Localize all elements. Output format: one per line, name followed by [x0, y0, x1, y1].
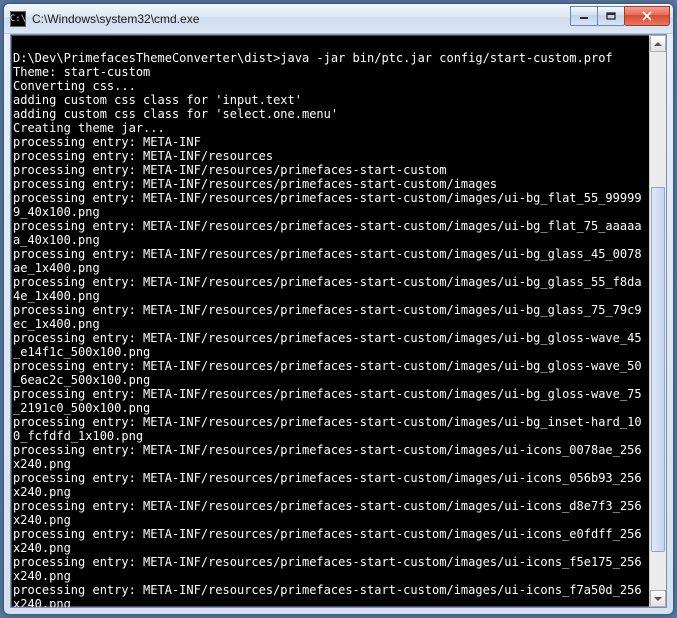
scroll-track[interactable] — [650, 52, 666, 590]
titlebar[interactable]: C:\ C:\Windows\system32\cmd.exe — [4, 4, 673, 34]
scroll-down-button[interactable] — [650, 590, 666, 607]
window-controls — [571, 9, 670, 29]
maximize-button[interactable] — [597, 6, 625, 26]
maximize-icon — [606, 12, 616, 20]
chevron-up-icon — [654, 42, 662, 46]
command-prompt-window: C:\ C:\Windows\system32\cmd.exe D:\Dev\P… — [3, 3, 674, 615]
cmd-icon-text: C:\ — [10, 14, 26, 24]
minimize-icon — [579, 12, 589, 20]
console-output[interactable]: D:\Dev\PrimefacesThemeConverter\dist>jav… — [11, 35, 649, 607]
window-title: C:\Windows\system32\cmd.exe — [32, 12, 571, 26]
vertical-scrollbar[interactable] — [649, 35, 666, 607]
minimize-button[interactable] — [570, 6, 598, 26]
client-area: D:\Dev\PrimefacesThemeConverter\dist>jav… — [10, 34, 667, 608]
chevron-down-icon — [654, 597, 662, 601]
scroll-thumb[interactable] — [651, 187, 665, 553]
close-icon — [641, 11, 653, 21]
cmd-icon: C:\ — [10, 11, 26, 27]
scroll-up-button[interactable] — [650, 35, 666, 52]
close-button[interactable] — [624, 6, 670, 26]
